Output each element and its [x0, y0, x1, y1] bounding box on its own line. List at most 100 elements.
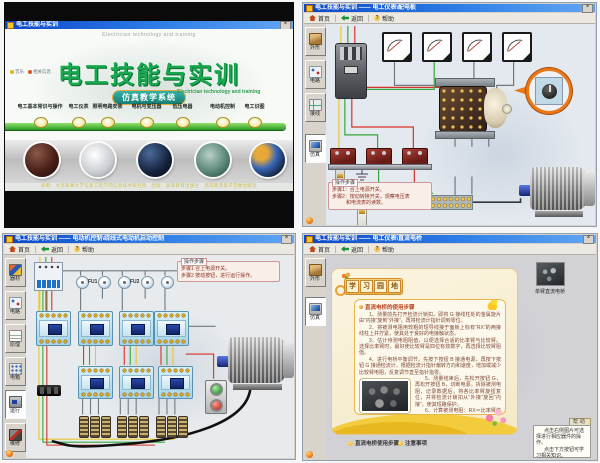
back-button[interactable]: 返回	[339, 14, 365, 23]
splash-content: Electrician technology and training 音乐 相…	[5, 29, 293, 191]
starting-resistor	[90, 416, 100, 438]
title-bar[interactable]: 电工技能与实训 —— 电工仪表\配电板 ×	[304, 4, 595, 12]
home-button[interactable]: 首页	[307, 245, 332, 254]
menu-item[interactable]: 照明电路安装	[89, 105, 126, 111]
english-subtitle: Electrician technology and training	[177, 89, 260, 95]
photo-component	[138, 143, 172, 177]
schematic-icon	[9, 330, 22, 342]
device-thumbnail[interactable]: 单臂直流电桥	[529, 262, 571, 295]
help-icon: ?	[374, 246, 380, 252]
menu-bullet[interactable]	[72, 117, 86, 128]
menu-bullet[interactable]	[140, 117, 154, 128]
circuit-breaker[interactable]	[335, 43, 367, 99]
motor	[217, 337, 294, 390]
sidebar-equipment[interactable]: 器材	[5, 258, 26, 287]
contactor[interactable]	[119, 311, 154, 346]
home-icon	[9, 246, 16, 252]
toolbar: 首页 返回 ?帮助	[304, 244, 596, 255]
close-button[interactable]: ×	[281, 235, 292, 244]
link-usage-steps[interactable]: 直流电桥使用步骤	[348, 439, 399, 447]
bridge-thumbnail-image[interactable]	[536, 262, 565, 286]
window-learning-page: 电工技能与实训 —— 电工仪表\直流电桥 × 首页 返回 ?帮助 外形 仿真	[302, 233, 598, 461]
sidebar-shape[interactable]: 外形	[305, 27, 326, 56]
home-button[interactable]: 首页	[307, 14, 332, 23]
menu-item[interactable]: 电工基本常识与操作	[16, 105, 64, 111]
music-ball-icon[interactable]	[306, 217, 313, 224]
sidebar: 器材 电路 原理 电箱 运行 维修	[4, 255, 27, 458]
help-button[interactable]: ?帮助	[72, 245, 96, 254]
sidebar-panel[interactable]: 电箱	[5, 357, 26, 386]
topic-heading: 直流电桥的使用步骤	[359, 303, 501, 311]
menu-bullet[interactable]	[101, 117, 115, 128]
title-bar[interactable]: 电工技能与实训 ×	[5, 21, 293, 29]
contactor[interactable]	[36, 311, 71, 346]
contactor[interactable]	[78, 311, 113, 346]
instruction-steps: 1、测量前先打开检流计锁扣，即将 G 接线柱处的金属旋片由“内接”旋到“外接”，…	[359, 312, 501, 415]
circuit-breaker[interactable]	[34, 262, 63, 291]
help-button[interactable]: ?帮助	[372, 245, 396, 254]
plug-icon	[9, 396, 22, 408]
title-bar[interactable]: 电工技能与实训 —— 电工仪表\直流电桥 ×	[304, 235, 596, 243]
close-button[interactable]: ×	[582, 4, 593, 13]
window-title: 电工技能与实训	[16, 21, 278, 29]
terminal-strip	[429, 195, 473, 210]
starting-resistor	[79, 416, 89, 438]
panel-meter-2	[422, 32, 452, 62]
sim-canvas: 操作步骤 步骤1：合上电源开关。 步骤2：按动转换开关，观察电压表 和电流表的读…	[326, 24, 595, 225]
sidebar-circuit[interactable]: 电路	[305, 60, 326, 89]
menu-bullet[interactable]	[248, 117, 262, 128]
operation-steps-box: 操作步骤 步骤1：合上电源开关。 步骤2：按动转换开关，观察电压表 和电流表的读…	[328, 182, 432, 210]
fuse-holder	[357, 208, 367, 225]
sidebar-repair[interactable]: 维修	[5, 423, 26, 452]
starting-resistor	[101, 416, 111, 438]
fuse-round	[141, 276, 154, 289]
sidebar-circuit[interactable]: 电路	[5, 291, 26, 320]
back-button[interactable]: 返回	[339, 245, 365, 254]
contactor[interactable]	[158, 366, 193, 399]
title-bar[interactable]: 电工技能与实训 —— 电动机控制\绕线式电动机启动控制 ×	[4, 235, 294, 243]
contactor[interactable]	[154, 311, 189, 346]
step: 4、进行电桥平衡调节。先按下按钮 B 接通电源，再按下按钮 G 接通检流计，根据…	[359, 357, 501, 376]
menu-bullet[interactable]	[216, 117, 230, 128]
menu-item[interactable]: 低压电器	[164, 105, 201, 111]
app-icon	[6, 236, 13, 243]
operation-steps-box: 操作步骤 步骤1 合上电源开关。 步骤2 按动按钮，进行运行操作。	[177, 261, 280, 282]
photo-tools	[25, 143, 59, 177]
english-heading: Electrician technology and training	[5, 32, 293, 38]
starting-resistor	[117, 416, 127, 438]
rotary-knob-icon[interactable]	[542, 84, 557, 99]
sidebar-simulate[interactable]: 仿真	[305, 134, 326, 163]
operation-steps-tab: 操作步骤	[181, 258, 207, 266]
menu-bullet[interactable]	[176, 117, 190, 128]
help-button[interactable]: ?帮助	[372, 14, 396, 23]
window-title: 电工技能与实训 —— 电工仪表\直流电桥	[315, 235, 581, 243]
changeover-switch[interactable]	[439, 86, 487, 132]
fuse-label: FU2	[130, 279, 139, 285]
contactor[interactable]	[78, 366, 113, 399]
app-icon	[7, 22, 14, 29]
toolbar: 首页 返回 ?帮助	[4, 244, 294, 255]
sidebar-principle[interactable]: 原理	[5, 324, 26, 353]
help-icon: ?	[374, 15, 380, 21]
close-button[interactable]: ×	[583, 235, 594, 244]
contactor[interactable]	[119, 366, 154, 399]
home-button[interactable]: 首页	[7, 245, 32, 254]
switch-knob[interactable]	[502, 104, 512, 114]
sidebar-wiring[interactable]: 接线	[305, 93, 326, 122]
menu-item[interactable]: 电工识图	[236, 105, 273, 111]
sidebar-simulate[interactable]: 仿真	[305, 297, 326, 326]
link-notes[interactable]: 注意事项	[398, 439, 427, 447]
toolbar: 首页 返回 ?帮助	[304, 13, 595, 24]
bullet-icon	[359, 305, 363, 309]
back-icon	[341, 15, 349, 21]
photo-parts	[251, 143, 285, 177]
music-ball-icon[interactable]	[306, 451, 313, 458]
menu-item[interactable]: 电机与变压器	[128, 105, 165, 111]
sidebar-shape[interactable]: 外形	[305, 258, 326, 287]
music-ball-icon[interactable]	[6, 450, 13, 457]
home-icon	[309, 246, 316, 252]
stop-button[interactable]	[210, 399, 223, 412]
back-button[interactable]: 返回	[39, 245, 65, 254]
sidebar-run[interactable]: 运行	[5, 390, 26, 419]
menu-bullet[interactable]	[34, 117, 48, 128]
